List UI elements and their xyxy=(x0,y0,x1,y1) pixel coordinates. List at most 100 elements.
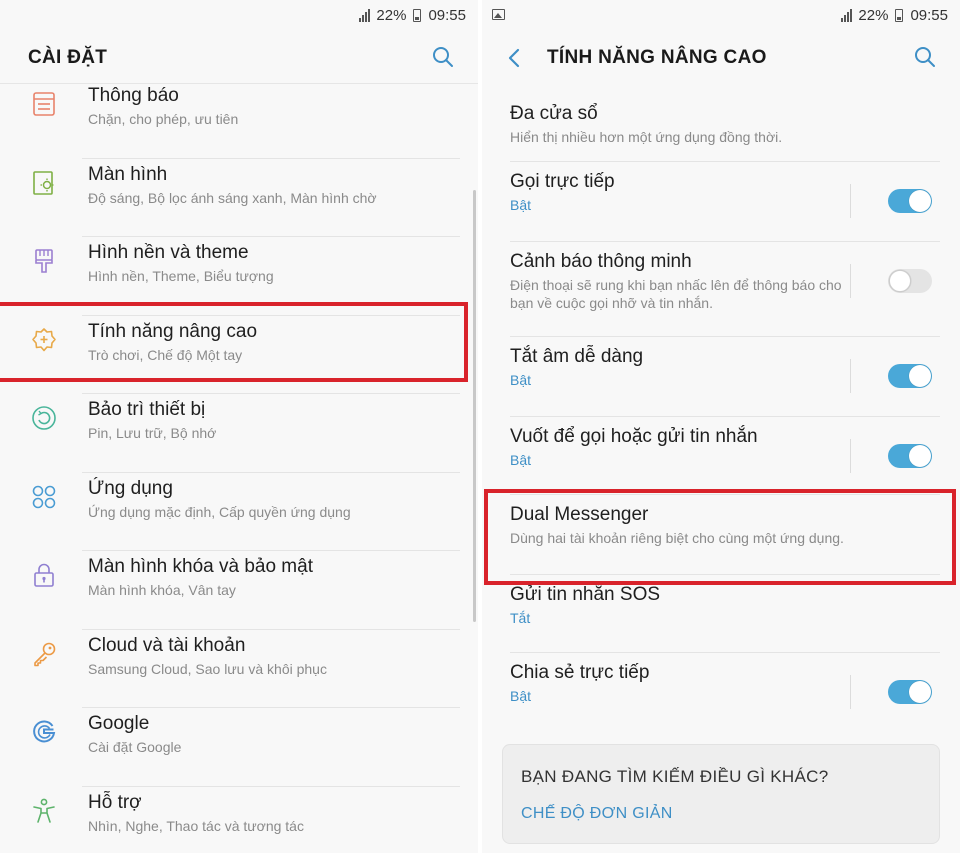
paintbrush-icon xyxy=(35,249,53,273)
divider xyxy=(850,264,851,298)
settings-item-notifications[interactable]: Thông báo Chặn, cho phép, ưu tiên xyxy=(0,80,478,159)
divider xyxy=(850,675,851,709)
toggle-knob xyxy=(909,365,931,387)
feature-item-status: Bật xyxy=(510,197,532,213)
feature-item-status: Bật xyxy=(510,372,532,388)
feature-item-sub: Hiển thị nhiều hơn một ứng dụng đồng thờ… xyxy=(510,129,783,145)
settings-item-accessibility[interactable]: Hỗ trợ Nhìn, Nghe, Thao tác và tương tác xyxy=(0,787,478,853)
toggle-knob xyxy=(909,681,931,703)
direct-share-toggle[interactable] xyxy=(888,680,932,704)
settings-item-label: Ứng dụng xyxy=(88,477,173,499)
signal-icon xyxy=(841,9,853,22)
battery-icon xyxy=(895,9,904,22)
feature-item-smart-alert[interactable]: Cảnh báo thông minh Điện thoại sẽ rung k… xyxy=(482,242,960,337)
settings-item-label: Màn hình khóa và bảo mật xyxy=(88,556,313,577)
suggestion-card: BẠN ĐANG TÌM KIẾM ĐIỀU GÌ KHÁC? CHẾ ĐỘ Đ… xyxy=(502,744,940,844)
divider xyxy=(850,439,851,473)
toggle-knob xyxy=(889,270,911,292)
apps-grid-icon xyxy=(32,485,56,508)
feature-item-status: Bật xyxy=(510,452,532,468)
status-bar: 22% 09:55 xyxy=(0,0,478,32)
easy-mode-link[interactable]: CHẾ ĐỘ ĐƠN GIẢN xyxy=(521,805,673,823)
toggle-knob xyxy=(909,445,931,467)
key-icon xyxy=(34,642,56,666)
advanced-gear-icon xyxy=(32,327,56,351)
settings-item-sub: Cài đặt Google xyxy=(88,739,182,755)
settings-item-sub: Ứng dụng mặc định, Cấp quyền ứng dụng xyxy=(88,503,351,520)
advanced-features-list: Đa cửa sổ Hiển thị nhiều hơn một ứng dụn… xyxy=(482,94,960,733)
smart-alert-toggle[interactable] xyxy=(888,269,932,293)
feature-item-label: Chia sẻ trực tiếp xyxy=(510,662,650,683)
app-bar: CÀI ĐẶT xyxy=(0,32,478,84)
settings-item-cloud-accounts[interactable]: Cloud và tài khoản Samsung Cloud, Sao lư… xyxy=(0,630,478,708)
settings-item-label: Google xyxy=(88,713,150,734)
direct-call-toggle[interactable] xyxy=(888,189,932,213)
feature-item-direct-call[interactable]: Gọi trực tiếp Bật xyxy=(482,162,960,242)
settings-item-sub: Hình nền, Theme, Biểu tượng xyxy=(88,268,274,284)
device-care-icon xyxy=(32,406,56,430)
settings-item-sub: Chặn, cho phép, ưu tiên xyxy=(88,111,239,127)
search-icon[interactable] xyxy=(432,46,454,68)
battery-icon xyxy=(413,9,422,22)
google-icon xyxy=(33,720,56,743)
divider xyxy=(850,359,851,393)
feature-item-direct-share[interactable]: Chia sẻ trực tiếp Bật xyxy=(482,653,960,733)
signal-icon xyxy=(359,9,371,22)
feature-item-sub: Dùng hai tài khoản riêng biệt cho cùng m… xyxy=(510,530,844,546)
advanced-features-panel: 22% 09:55 TÍNH NĂNG NÂNG CAO Đa cửa sổ H… xyxy=(482,0,960,853)
accessibility-icon xyxy=(33,798,55,823)
feature-item-label: Đa cửa sổ xyxy=(510,103,598,124)
feature-item-status: Bật xyxy=(510,688,532,704)
back-arrow-icon[interactable] xyxy=(504,46,524,70)
app-bar: TÍNH NĂNG NÂNG CAO xyxy=(482,32,960,84)
suggestion-question: BẠN ĐANG TÌM KIẾM ĐIỀU GÌ KHÁC? xyxy=(521,767,829,786)
settings-item-label: Hỗ trợ xyxy=(88,791,142,813)
settings-item-label: Bảo trì thiết bị xyxy=(88,399,206,420)
feature-item-dual-messenger[interactable]: Dual Messenger Dùng hai tài khoản riêng … xyxy=(482,495,960,575)
swipe-to-call-toggle[interactable] xyxy=(888,444,932,468)
feature-item-swipe-to-call[interactable]: Vuốt để gọi hoặc gửi tin nhắn Bật xyxy=(482,417,960,495)
scrollbar[interactable] xyxy=(473,190,476,622)
settings-item-wallpapers-themes[interactable]: Hình nền và theme Hình nền, Theme, Biểu … xyxy=(0,237,478,316)
clock: 09:55 xyxy=(910,7,948,24)
status-bar: 22% 09:55 xyxy=(482,0,960,32)
feature-item-status: Tắt xyxy=(510,610,531,626)
page-title: TÍNH NĂNG NÂNG CAO xyxy=(547,47,767,68)
settings-item-lock-screen-security[interactable]: Màn hình khóa và bảo mật Màn hình khóa, … xyxy=(0,551,478,630)
lock-icon xyxy=(34,563,54,587)
feature-item-easy-mute[interactable]: Tắt âm dễ dàng Bật xyxy=(482,337,960,417)
feature-item-send-sos[interactable]: Gửi tin nhắn SOS Tắt xyxy=(482,575,960,653)
settings-item-google[interactable]: Google Cài đặt Google xyxy=(0,708,478,787)
feature-item-label: Vuốt để gọi hoặc gửi tin nhắn xyxy=(510,426,758,447)
settings-item-label: Cloud và tài khoản xyxy=(88,634,246,656)
feature-item-label: Tắt âm dễ dàng xyxy=(510,346,644,367)
settings-item-sub: Pin, Lưu trữ, Bộ nhớ xyxy=(88,425,217,441)
battery-percent: 22% xyxy=(858,7,889,24)
settings-item-display[interactable]: Màn hình Độ sáng, Bộ lọc ánh sáng xanh, … xyxy=(0,159,478,237)
display-icon xyxy=(33,170,54,195)
clock: 09:55 xyxy=(428,7,466,24)
page-title: CÀI ĐẶT xyxy=(28,47,108,68)
divider xyxy=(850,184,851,218)
settings-item-label: Tính năng nâng cao xyxy=(88,320,258,342)
settings-item-sub: Màn hình khóa, Vân tay xyxy=(88,582,236,598)
easy-mute-toggle[interactable] xyxy=(888,364,932,388)
settings-item-label: Màn hình xyxy=(88,163,168,185)
feature-item-label: Gửi tin nhắn SOS xyxy=(510,584,661,605)
feature-item-label: Dual Messenger xyxy=(510,504,649,525)
settings-item-label: Thông báo xyxy=(88,85,179,106)
settings-panel: 22% 09:55 CÀI ĐẶT Thông báo Chặn, cho ph… xyxy=(0,0,478,853)
battery-percent: 22% xyxy=(376,7,407,24)
feature-item-multi-window[interactable]: Đa cửa sổ Hiển thị nhiều hơn một ứng dụn… xyxy=(482,94,960,162)
settings-item-sub: Nhìn, Nghe, Thao tác và tương tác xyxy=(88,817,304,834)
feature-item-sub: Điện thoại sẽ rung khi bạn nhấc lên để t… xyxy=(510,277,842,311)
toggle-knob xyxy=(909,190,931,212)
search-icon[interactable] xyxy=(914,46,936,68)
feature-item-label: Gọi trực tiếp xyxy=(510,171,615,192)
settings-list: Thông báo Chặn, cho phép, ưu tiên Màn hì… xyxy=(0,80,478,853)
settings-item-apps[interactable]: Ứng dụng Ứng dụng mặc định, Cấp quyền ứn… xyxy=(0,473,478,551)
settings-item-advanced-features[interactable]: Tính năng nâng cao Trò chơi, Chế độ Một … xyxy=(0,316,478,394)
settings-item-device-maintenance[interactable]: Bảo trì thiết bị Pin, Lưu trữ, Bộ nhớ xyxy=(0,394,478,473)
settings-item-sub: Samsung Cloud, Sao lưu và khôi phục xyxy=(88,660,327,677)
settings-item-sub: Trò chơi, Chế độ Một tay xyxy=(88,346,243,363)
